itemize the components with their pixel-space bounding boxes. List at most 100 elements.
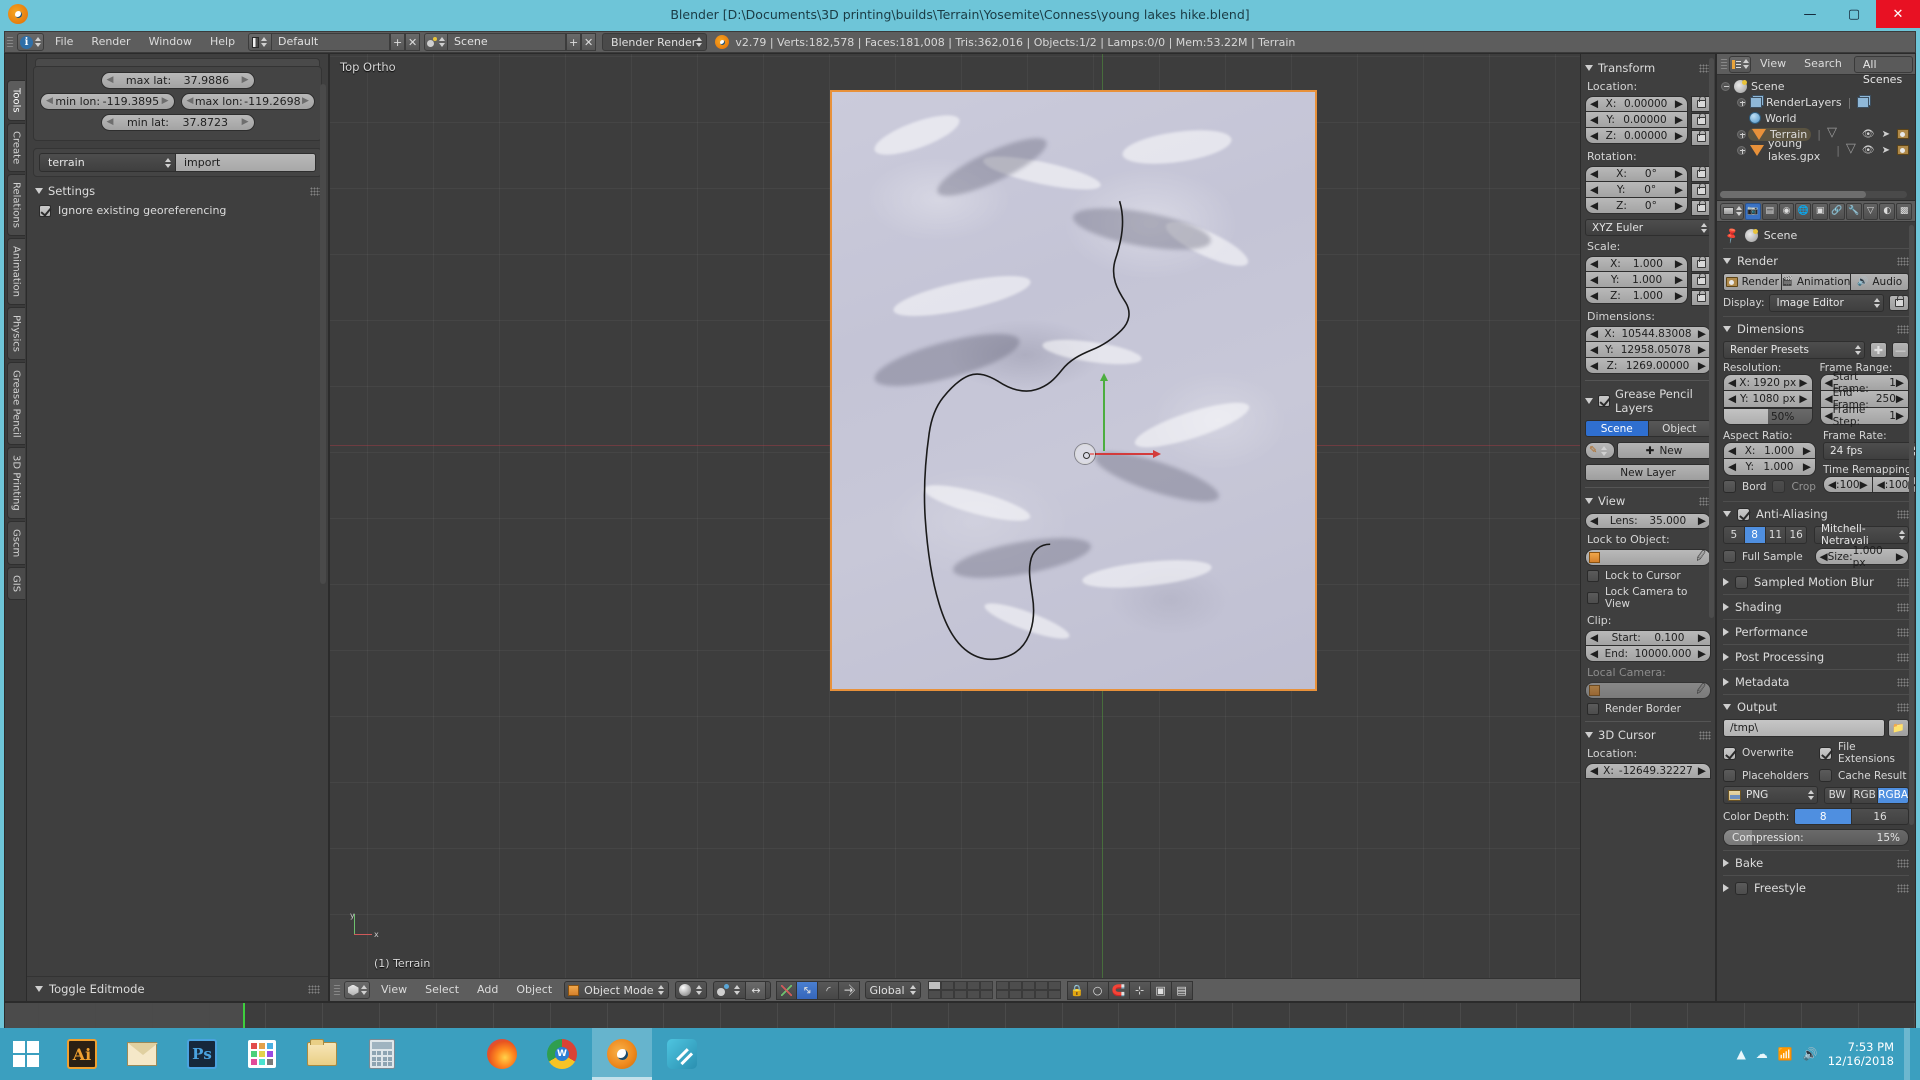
tab-gscm[interactable]: Gscm	[7, 521, 25, 565]
add-preset-button[interactable]: ✚	[1870, 342, 1887, 358]
lock-location-y-button[interactable]	[1691, 113, 1711, 129]
show-desktop-button[interactable]	[1904, 1028, 1910, 1080]
lock-scale-z-button[interactable]	[1691, 290, 1711, 306]
lock-rotation-x-button[interactable]	[1691, 166, 1711, 182]
maximize-button[interactable]: ▢	[1832, 0, 1876, 28]
compression-slider[interactable]: Compression: 15%	[1723, 829, 1909, 846]
tool-shelf-scrollbar[interactable]	[320, 84, 326, 584]
aspect-y-field[interactable]: ◀Y:1.000▶	[1723, 459, 1816, 476]
scale-manipulator-button[interactable]: ⇲	[839, 981, 860, 1000]
header-grip-icon[interactable]	[5, 32, 15, 52]
menu-help[interactable]: Help	[201, 32, 244, 52]
ignore-georeferencing-checkbox[interactable]	[39, 205, 51, 217]
expand-toggle-icon[interactable]	[1737, 146, 1746, 155]
aa-size-field[interactable]: ◀Size:1.000 px▶	[1815, 548, 1910, 565]
decrement-arrow-icon[interactable]: ◀	[107, 76, 114, 85]
aspect-x-field[interactable]: ◀X:1.000▶	[1723, 442, 1816, 459]
visibility-eye-icon[interactable]: 👁	[1862, 129, 1875, 140]
panel-drag-dots-icon[interactable]	[1897, 628, 1909, 637]
location-z-field[interactable]: ◀Z:0.00000▶	[1585, 128, 1688, 144]
panel-drag-dots-icon[interactable]	[1897, 859, 1909, 868]
color-mode-rgb[interactable]: RGB	[1851, 787, 1878, 804]
viewport-menu-select[interactable]: Select	[416, 980, 468, 1000]
snap-magnet-button[interactable]: 🧲	[1109, 981, 1130, 1000]
lock-scale-y-button[interactable]	[1691, 273, 1711, 289]
scene-selector[interactable]: Scene + ✕	[424, 33, 596, 51]
remove-preset-button[interactable]: —	[1892, 342, 1909, 358]
view-section-header[interactable]: View	[1585, 494, 1711, 508]
viewport-menu-object[interactable]: Object	[507, 980, 561, 1000]
render-image-button[interactable]: Render	[1723, 273, 1782, 291]
grease-pencil-checkbox[interactable]	[1598, 395, 1610, 407]
panel-drag-dots-icon[interactable]	[1897, 703, 1909, 712]
ignore-georeferencing-row[interactable]: Ignore existing georeferencing	[39, 204, 322, 217]
lock-to-cursor-checkbox[interactable]	[1587, 570, 1599, 582]
render-animation-button[interactable]: 🎬 Animation	[1782, 273, 1852, 291]
sampled-motion-blur-header[interactable]: Sampled Motion Blur	[1723, 575, 1909, 589]
taskbar-illustrator[interactable]: Ai	[52, 1028, 112, 1080]
proportional-edit-button[interactable]: ○	[1088, 981, 1109, 1000]
start-button[interactable]	[0, 1028, 52, 1080]
snap-target-button[interactable]: ⊹	[1130, 981, 1151, 1000]
tab-scene-properties[interactable]: ◉	[1779, 203, 1795, 220]
tab-world-properties[interactable]: 🌐	[1795, 203, 1811, 220]
add-scene-button[interactable]: +	[566, 33, 581, 51]
taskbar-firefox[interactable]	[472, 1028, 532, 1080]
translate-manipulator-button[interactable]: ↕	[797, 981, 818, 1000]
3d-cursor-icon[interactable]	[1075, 444, 1095, 464]
transform-orientation-selector[interactable]: Global	[865, 981, 920, 999]
render-border-checkbox[interactable]	[1587, 703, 1599, 715]
outliner-row-world[interactable]: World	[1717, 110, 1915, 126]
pivot-align-button[interactable]: ↔	[745, 981, 766, 1000]
resolution-y-field[interactable]: ◀Y:1080 px▶	[1723, 391, 1813, 408]
renderable-camera-icon[interactable]	[1897, 129, 1909, 139]
dimensions-y-field[interactable]: ◀Y:12958.05078▶	[1585, 342, 1711, 358]
properties-scrollbar[interactable]	[1909, 225, 1914, 825]
viewport-shading-selector[interactable]	[675, 981, 707, 999]
selectable-cursor-icon[interactable]: ➤	[1882, 129, 1890, 140]
toggle-editmode-panel[interactable]: Toggle Editmode	[27, 976, 328, 1001]
tab-render-properties[interactable]: 📷	[1745, 203, 1761, 220]
lock-scale-x-button[interactable]	[1691, 256, 1711, 272]
lock-location-x-button[interactable]	[1691, 96, 1711, 112]
tab-data-properties[interactable]: ▽	[1863, 203, 1879, 220]
minimize-button[interactable]: —	[1788, 0, 1832, 28]
manipulator-y-axis[interactable]	[1103, 381, 1105, 451]
selectable-cursor-icon[interactable]: ➤	[1882, 145, 1890, 156]
editor-type-info-icon[interactable]: i	[17, 33, 44, 51]
color-mode-rgba[interactable]: RGBA	[1878, 787, 1909, 804]
tab-object-properties[interactable]: ▣	[1812, 203, 1828, 220]
display-lock-button[interactable]	[1889, 295, 1909, 311]
outliner-menu-search[interactable]: Search	[1795, 54, 1851, 74]
location-x-field[interactable]: ◀X:0.00000▶	[1585, 96, 1688, 112]
taskbar-file-explorer[interactable]	[292, 1028, 352, 1080]
transform-section-header[interactable]: Transform	[1585, 61, 1711, 75]
resolution-x-field[interactable]: ◀X:1920 px▶	[1723, 374, 1813, 391]
3d-viewport[interactable]: Top Ortho	[329, 53, 1581, 1002]
frame-step-field[interactable]: ◀Frame Step:1▶	[1820, 408, 1910, 425]
screen-layout-name[interactable]: Default	[272, 33, 390, 51]
location-y-field[interactable]: ◀Y:0.00000▶	[1585, 112, 1688, 128]
taskbar-chrome[interactable]	[532, 1028, 592, 1080]
output-path-field[interactable]: /tmp\	[1723, 719, 1885, 737]
lock-rotation-z-button[interactable]	[1691, 200, 1711, 216]
lock-to-object-field[interactable]: 🖉	[1585, 549, 1711, 566]
lock-location-z-button[interactable]	[1691, 130, 1711, 146]
increment-arrow-icon[interactable]: ▶	[302, 97, 309, 106]
tray-expand-icon[interactable]: ▲	[1737, 1047, 1746, 1061]
tab-relations[interactable]: Relations	[7, 174, 25, 236]
taskbar-skype[interactable]	[652, 1028, 712, 1080]
gp-tab-object[interactable]: Object	[1649, 420, 1712, 437]
time-remap-old-field[interactable]: ◀:100▶	[1823, 476, 1873, 493]
rotation-z-field[interactable]: ◀Z:0°▶	[1585, 198, 1688, 214]
max-lat-field[interactable]: ◀ max lat: 37.9886 ▶	[101, 72, 255, 89]
add-layout-button[interactable]: +	[390, 33, 405, 51]
browse-folder-icon[interactable]: 📁	[1888, 719, 1909, 737]
outliner-row-scene[interactable]: Scene	[1717, 78, 1915, 94]
panel-drag-dots-icon[interactable]	[1897, 257, 1909, 266]
manipulator-x-axis[interactable]	[1090, 453, 1154, 455]
min-lat-field[interactable]: ◀ min lat: 37.8723 ▶	[101, 114, 255, 131]
resolution-percentage-slider[interactable]: 50%	[1723, 408, 1813, 425]
lens-field[interactable]: ◀Lens:35.000▶	[1585, 513, 1711, 529]
source-type-combo[interactable]: terrain	[39, 153, 176, 172]
